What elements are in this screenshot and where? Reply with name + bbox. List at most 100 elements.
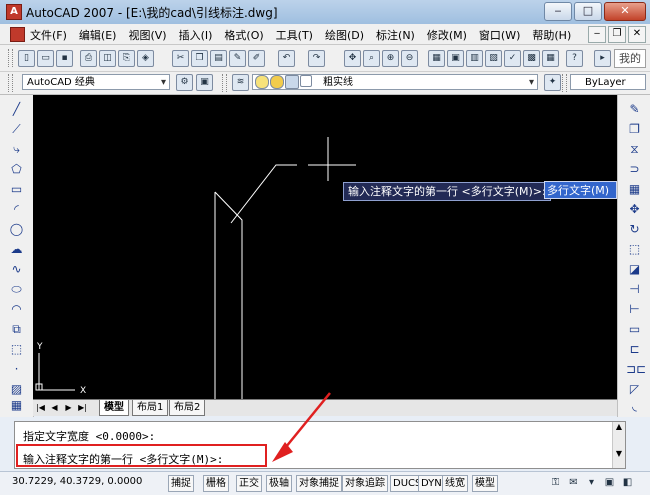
properties-icon[interactable]: ▦	[428, 50, 445, 67]
last-tab-button[interactable]: ▶|	[77, 402, 88, 413]
menu-tools[interactable]: 工具(T)	[276, 27, 313, 43]
help-icon[interactable]: ?	[566, 50, 583, 67]
ortho-toggle[interactable]: 正交	[236, 475, 262, 492]
menu-draw[interactable]: 绘图(D)	[325, 27, 364, 43]
array-icon[interactable]: ▦	[626, 181, 643, 198]
grid-toggle[interactable]: 栅格	[203, 475, 229, 492]
tab-layout2[interactable]: 布局2	[169, 400, 206, 416]
break-at-point-icon[interactable]: ▭	[626, 321, 643, 338]
make-block-icon[interactable]: ⬚	[8, 341, 25, 358]
next-tab-button[interactable]: ▶	[63, 402, 74, 413]
command-scrollbar[interactable]: ▲ ▼	[612, 422, 625, 468]
doc-restore-button[interactable]: ❐	[608, 26, 626, 43]
copy-icon[interactable]: ❐	[191, 50, 208, 67]
first-tab-button[interactable]: |◀	[35, 402, 46, 413]
rotate-icon[interactable]: ↻	[626, 221, 643, 238]
doc-minimize-button[interactable]: ‒	[588, 26, 606, 43]
polygon-icon[interactable]: ⬠	[8, 161, 25, 178]
tab-layout1[interactable]: 布局1	[132, 400, 169, 416]
zoom-previous-icon[interactable]: ⊖	[401, 50, 418, 67]
dbconnect-icon[interactable]: ▩	[523, 50, 540, 67]
trim-icon[interactable]: ⊣	[626, 281, 643, 298]
close-button[interactable]: ✕	[604, 2, 646, 21]
comm-center-icon[interactable]: ✉	[566, 475, 581, 490]
line-icon[interactable]: ╱	[8, 101, 25, 118]
lock-toolbar-icon[interactable]: ⚿	[548, 475, 563, 490]
move-icon[interactable]: ✥	[626, 201, 643, 218]
publish-icon[interactable]: ⎘	[118, 50, 135, 67]
extend-icon[interactable]: ⊢	[626, 301, 643, 318]
sun-icon[interactable]	[270, 75, 284, 89]
break-icon[interactable]: ⊏	[626, 341, 643, 358]
make-current-layer-icon[interactable]: ✦	[544, 74, 561, 91]
sheet-set-icon[interactable]: ▧	[485, 50, 502, 67]
toolbar-grip[interactable]	[562, 74, 567, 92]
undo-icon[interactable]: ↶	[278, 50, 295, 67]
polar-toggle[interactable]: 极轴	[266, 475, 292, 492]
tool-palettes-icon[interactable]: ▥	[466, 50, 483, 67]
dynamic-input-field[interactable]: 多行文字(M)	[544, 181, 617, 199]
3d-dwf-icon[interactable]: ◈	[137, 50, 154, 67]
plot-preview-icon[interactable]: ◫	[99, 50, 116, 67]
block-editor-icon[interactable]: ✐	[248, 50, 265, 67]
zoom-realtime-icon[interactable]: ⌕	[363, 50, 380, 67]
gradient-icon[interactable]: ▦	[8, 397, 25, 414]
ellipse-arc-icon[interactable]: ◠	[8, 301, 25, 318]
lock-icon[interactable]	[285, 75, 299, 89]
design-center-icon[interactable]: ▣	[447, 50, 464, 67]
spline-icon[interactable]: ∿	[8, 261, 25, 278]
dyn-toggle[interactable]: DYN	[418, 475, 445, 492]
search-help-icon[interactable]: ▸	[594, 50, 611, 67]
calculator-icon[interactable]: ▦	[542, 50, 559, 67]
menu-format[interactable]: 格式(O)	[224, 27, 263, 43]
help-search-input[interactable]: 我的	[614, 49, 646, 68]
menu-file[interactable]: 文件(F)	[30, 27, 67, 43]
chamfer-icon[interactable]: ◸	[626, 381, 643, 398]
cut-icon[interactable]: ✂	[172, 50, 189, 67]
status-menu-icon[interactable]: ▾	[584, 475, 599, 490]
plot-icon[interactable]: ⎙	[80, 50, 97, 67]
tab-model[interactable]: 模型	[99, 400, 129, 416]
menu-modify[interactable]: 修改(M)	[427, 27, 467, 43]
copy-object-icon[interactable]: ❐	[626, 121, 643, 138]
polyline-icon[interactable]: ⤷	[8, 141, 25, 158]
revision-cloud-icon[interactable]: ☁	[8, 241, 25, 258]
redo-icon[interactable]: ↷	[308, 50, 325, 67]
menu-dimension[interactable]: 标注(N)	[376, 27, 415, 43]
stretch-icon[interactable]: ◪	[626, 261, 643, 278]
circle-icon[interactable]: ◯	[8, 221, 25, 238]
paste-icon[interactable]: ▤	[210, 50, 227, 67]
document-icon[interactable]	[10, 27, 25, 42]
toolbar-grip[interactable]	[222, 74, 227, 92]
menu-help[interactable]: 帮助(H)	[532, 27, 571, 43]
osnap-toggle[interactable]: 对象捕捉	[296, 475, 342, 492]
save-workspace-icon[interactable]: ▣	[196, 74, 213, 91]
toolbar-grip[interactable]	[8, 49, 13, 67]
lineweight-toggle[interactable]: 线宽	[442, 475, 468, 492]
rectangle-icon[interactable]: ▭	[8, 181, 25, 198]
erase-icon[interactable]: ✎	[626, 101, 643, 118]
open-folder-icon[interactable]: ▭	[37, 50, 54, 67]
menu-window[interactable]: 窗口(W)	[479, 27, 520, 43]
insert-block-icon[interactable]: ⧉	[8, 321, 25, 338]
lightbulb-icon[interactable]	[255, 75, 269, 89]
offset-icon[interactable]: ⊃	[626, 161, 643, 178]
doc-close-button[interactable]: ✕	[628, 26, 646, 43]
pan-icon[interactable]: ✥	[344, 50, 361, 67]
layer-manager-icon[interactable]: ≋	[232, 74, 249, 91]
zoom-window-icon[interactable]: ⊕	[382, 50, 399, 67]
point-icon[interactable]: ·	[8, 361, 25, 378]
prev-tab-button[interactable]: ◀	[49, 402, 60, 413]
maximize-button[interactable]: □	[574, 2, 602, 21]
color-select[interactable]: ByLayer	[570, 74, 646, 90]
construction-line-icon[interactable]: ⟋	[8, 121, 25, 138]
drawing-canvas[interactable]: Y X 输入注释文字的第一行 <多行文字(M)>: 多行文字(M)	[33, 95, 617, 399]
ellipse-icon[interactable]: ⬭	[8, 281, 25, 298]
minimize-button[interactable]: ‒	[544, 2, 572, 21]
tray-settings-icon[interactable]: ◧	[620, 475, 635, 490]
snap-toggle[interactable]: 捕捉	[168, 475, 194, 492]
save-icon[interactable]: ▪	[56, 50, 73, 67]
menu-view[interactable]: 视图(V)	[128, 27, 166, 43]
match-properties-icon[interactable]: ✎	[229, 50, 246, 67]
markup-icon[interactable]: ✓	[504, 50, 521, 67]
